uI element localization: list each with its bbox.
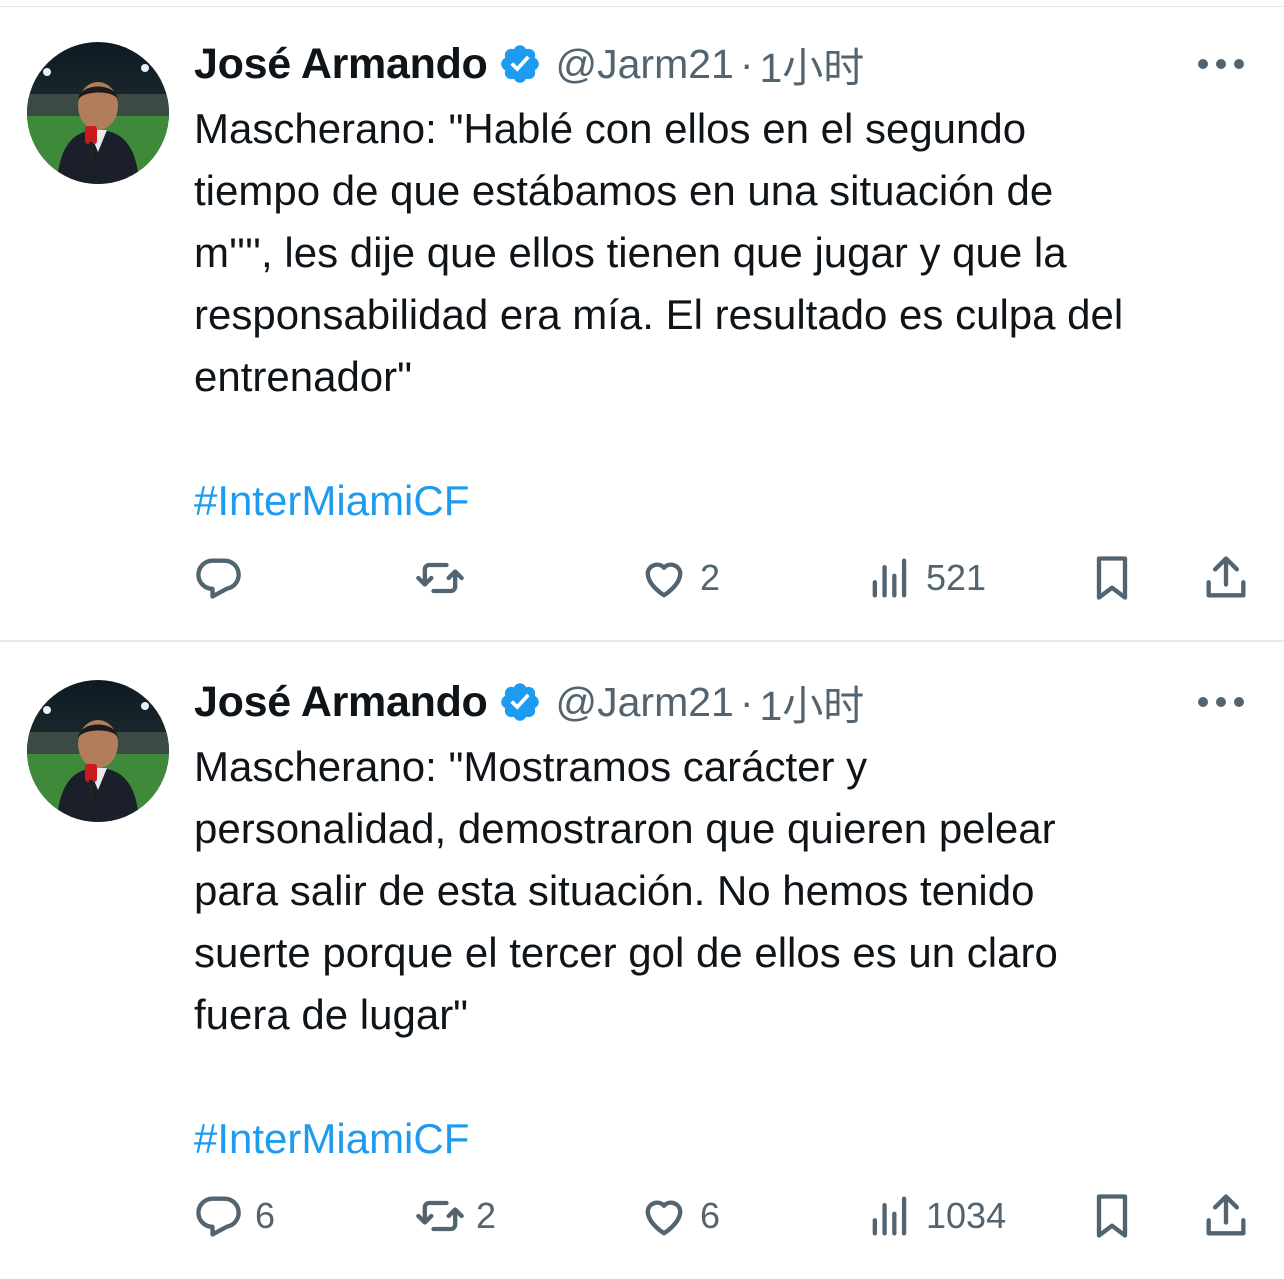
reply-icon xyxy=(196,558,241,599)
like-button[interactable]: 6 xyxy=(638,1186,720,1246)
tweet[interactable]: José Armando @Jarm21 · 1小时 Mascherano: "… xyxy=(0,0,1284,642)
bar-chart-icon xyxy=(872,1196,907,1236)
bookmark-icon xyxy=(1096,556,1128,600)
retweet-icon xyxy=(416,562,464,594)
tweet[interactable]: José Armando @Jarm21 · 1小时 Mascherano: "… xyxy=(0,642,1284,1279)
tweet-header: José Armando @Jarm21 · 1小时 xyxy=(194,674,864,730)
reply-button[interactable] xyxy=(193,548,255,608)
retweet-icon xyxy=(416,1200,464,1232)
share-icon xyxy=(1206,1194,1246,1236)
separator: · xyxy=(739,40,754,87)
heart-icon xyxy=(645,1200,683,1236)
avatar[interactable] xyxy=(27,680,169,822)
tweet-text: Mascherano: "Hablé con ellos en el segun… xyxy=(194,105,1124,400)
reply-button[interactable]: 6 xyxy=(193,1186,275,1246)
share-button[interactable] xyxy=(1200,548,1252,608)
heart-icon xyxy=(645,562,683,598)
like-count: 6 xyxy=(700,1195,721,1236)
verified-badge-icon xyxy=(500,45,539,83)
author-handle[interactable]: @Jarm21 xyxy=(556,41,734,88)
tweet-text: Mascherano: "Mostramos carácter y person… xyxy=(194,743,1058,1038)
verified-badge-icon xyxy=(500,683,539,721)
like-count: 2 xyxy=(700,557,721,598)
bookmark-button[interactable] xyxy=(1086,1186,1138,1246)
like-button[interactable]: 2 xyxy=(638,548,720,608)
views-count: 521 xyxy=(926,557,987,598)
retweet-count: 2 xyxy=(476,1195,497,1236)
hashtag-link[interactable]: #InterMiamiCF xyxy=(194,1108,469,1170)
timestamp[interactable]: 1小时 xyxy=(760,34,865,94)
author-handle[interactable]: @Jarm21 xyxy=(556,679,734,726)
views-count: 1034 xyxy=(926,1195,1007,1236)
share-button[interactable] xyxy=(1200,1186,1252,1246)
retweet-button[interactable] xyxy=(414,548,476,608)
reply-count: 6 xyxy=(255,1195,276,1236)
views-button[interactable]: 1034 xyxy=(864,1186,1006,1246)
timestamp[interactable]: 1小时 xyxy=(760,672,865,732)
bookmark-button[interactable] xyxy=(1086,548,1138,608)
more-horizontal-icon[interactable] xyxy=(1198,56,1244,72)
more-horizontal-icon[interactable] xyxy=(1198,694,1244,710)
hashtag-link[interactable]: #InterMiamiCF xyxy=(194,470,469,532)
views-button[interactable]: 521 xyxy=(864,548,986,608)
avatar[interactable] xyxy=(27,42,169,184)
author-name[interactable]: José Armando xyxy=(194,40,488,89)
retweet-button[interactable]: 2 xyxy=(414,1186,496,1246)
action-bar: 6 2 6 1034 xyxy=(0,1186,1284,1246)
reply-icon xyxy=(196,1196,241,1237)
bookmark-icon xyxy=(1096,1194,1128,1238)
share-icon xyxy=(1206,556,1246,598)
separator: · xyxy=(739,678,754,725)
author-name[interactable]: José Armando xyxy=(194,678,488,727)
tweet-header: José Armando @Jarm21 · 1小时 xyxy=(194,36,864,92)
bar-chart-icon xyxy=(872,558,907,598)
action-bar: 2 521 xyxy=(0,548,1284,608)
